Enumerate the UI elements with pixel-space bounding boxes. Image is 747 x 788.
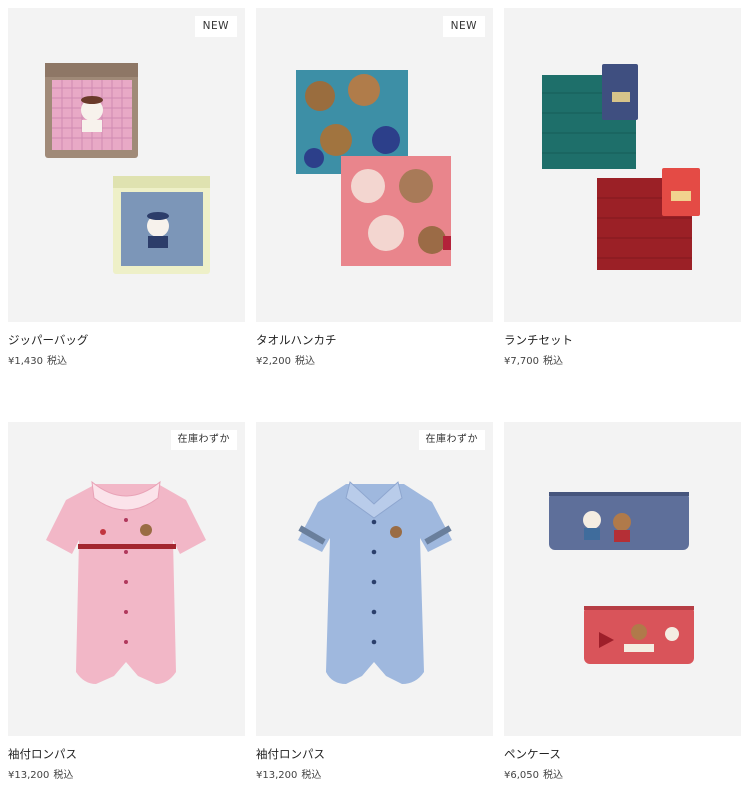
product-price: ¥2,200 税込 [256,356,493,368]
tax-label: 税込 [295,356,315,367]
product-card[interactable]: 在庫わずか 袖付ロンパス ¥13,200 税込 [8,422,245,788]
product-image-area[interactable] [504,8,741,322]
tax-label: 税込 [47,356,67,367]
new-badge: NEW [442,16,485,37]
product-image-area[interactable]: 在庫わずか [8,422,245,736]
tax-label: 税込 [53,770,74,781]
price-value: ¥6,050 [504,770,539,781]
product-card[interactable]: NEW タオルハンカチ ¥2,200 税込 [256,8,493,422]
tax-label: 税込 [543,770,563,781]
low-stock-badge: 在庫わずか [418,430,485,450]
blue-romper-image [298,481,452,684]
product-price: ¥6,050 税込 [504,770,741,782]
product-image-area[interactable]: NEW [8,8,245,322]
pink-romper-image [46,480,206,684]
towel-handkerchief-image [296,70,451,266]
product-price: ¥13,200 税込 [8,770,245,782]
zipper-bag-image [45,63,210,274]
price-value: ¥2,200 [256,356,291,367]
product-name[interactable]: 袖付ロンパス [256,747,493,761]
tax-label: 税込 [543,356,563,367]
product-grid: NEW ジッパーバッグ ¥1,430 税込 NEW タオルハンカチ ¥2,200 税… [8,8,741,788]
product-name[interactable]: 袖付ロンパス [8,747,245,761]
low-stock-badge: 在庫わずか [170,430,237,450]
tax-label: 税込 [301,770,322,781]
product-name[interactable]: ランチセット [504,333,741,347]
product-name[interactable]: タオルハンカチ [256,333,493,347]
product-card[interactable]: 在庫わずか 袖付ロンパス ¥13,200 税込 [256,422,493,788]
product-image-area[interactable]: 在庫わずか [256,422,493,736]
price-value: ¥7,700 [504,356,539,367]
lunch-set-image [542,64,700,270]
product-image-area[interactable]: NEW [256,8,493,322]
price-value: ¥1,430 [8,356,43,367]
product-image-area[interactable] [504,422,741,736]
product-price: ¥7,700 税込 [504,356,741,368]
product-price: ¥13,200 税込 [256,770,493,782]
new-badge: NEW [194,16,237,37]
product-price: ¥1,430 税込 [8,356,245,368]
product-card[interactable]: ランチセット ¥7,700 税込 [504,8,741,422]
price-value: ¥13,200 [256,770,298,781]
product-name[interactable]: ペンケース [504,747,741,761]
product-name[interactable]: ジッパーバッグ [8,333,245,347]
product-card[interactable]: ペンケース ¥6,050 税込 [504,422,741,788]
pen-case-image [549,492,694,664]
product-card[interactable]: NEW ジッパーバッグ ¥1,430 税込 [8,8,245,422]
price-value: ¥13,200 [8,770,50,781]
